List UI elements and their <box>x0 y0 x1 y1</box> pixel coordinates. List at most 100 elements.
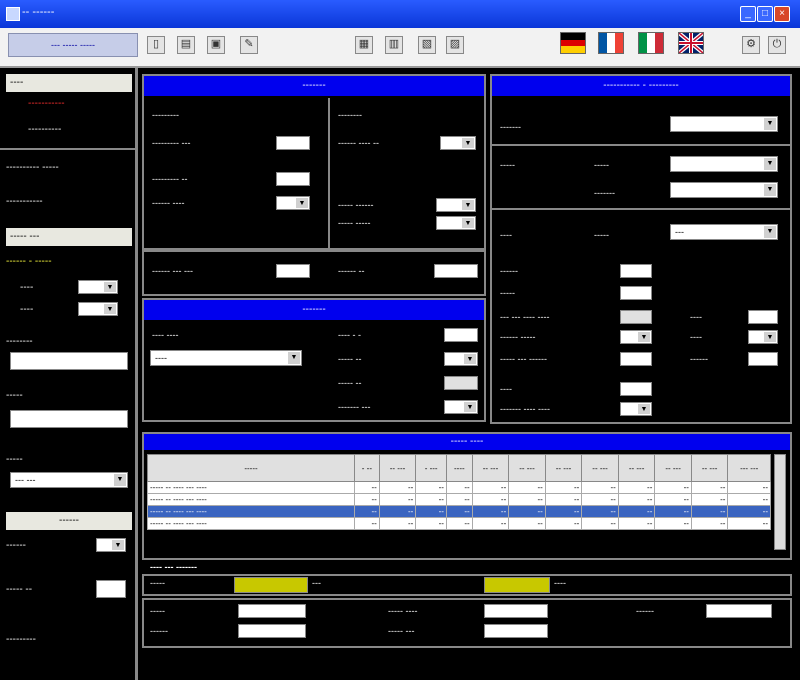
bottom-bar-2 <box>484 577 550 593</box>
calc-divider <box>328 98 330 248</box>
table-cell: -- <box>445 517 473 530</box>
minimize-button[interactable]: _ <box>740 6 756 22</box>
french-flag[interactable] <box>598 32 624 54</box>
bottom-field-3-input[interactable] <box>484 604 548 618</box>
bottom-field-2-input[interactable] <box>238 624 306 638</box>
table-column-header[interactable]: -- --- <box>378 454 417 482</box>
table-column-header[interactable]: -- --- <box>581 454 619 482</box>
table-cell: -- <box>690 481 729 494</box>
table-cell: -- <box>378 505 417 518</box>
app-icon <box>6 7 20 21</box>
calc-right-input-2[interactable]: ▼ <box>436 198 476 212</box>
left-option-2[interactable]: ---------- <box>28 124 61 135</box>
right-bottom-input-2[interactable]: ▼ <box>620 402 652 416</box>
calc-bottom-input-1[interactable] <box>276 264 310 278</box>
table-scrollbar[interactable] <box>774 454 786 550</box>
right-field-input[interactable]: ▼ <box>620 330 652 344</box>
table-row[interactable]: ----- -- ---- --- ---- -- -- -- -- -- -- -- -- --… <box>147 505 771 518</box>
bottom-field-4-label: ----- --- <box>388 626 415 636</box>
right-row-1-select[interactable]: ▼ <box>670 116 778 132</box>
bottom-field-1-input[interactable] <box>238 604 306 618</box>
table-column-header[interactable]: ----- <box>147 454 355 482</box>
german-flag[interactable] <box>560 32 586 54</box>
right-side-input[interactable]: ▼ <box>748 330 778 344</box>
field-3-input[interactable] <box>10 352 128 370</box>
table-column-header[interactable]: -- --- <box>690 454 729 482</box>
table-row[interactable]: ----- -- ---- --- ---- -- -- -- -- -- -- -- -- --… <box>147 517 771 530</box>
uk-flag[interactable] <box>677 31 705 55</box>
table-cell: -- <box>690 517 729 530</box>
divider <box>492 208 790 210</box>
table-cell-name: ----- -- ---- --- ---- <box>147 493 355 506</box>
field-2-input[interactable]: ▼ <box>78 302 118 316</box>
calc-right-input-1[interactable]: ▼ <box>440 136 476 150</box>
right-field-input[interactable] <box>620 264 652 278</box>
tool-icon[interactable]: ▥ <box>385 36 403 54</box>
right-bottom-input-1[interactable] <box>620 382 652 396</box>
maximize-button[interactable]: □ <box>757 6 773 22</box>
left-option-1[interactable]: ----------- <box>28 98 65 109</box>
table-cell: -- <box>727 493 771 506</box>
field-5-select[interactable]: --- --- ▼ <box>10 472 128 488</box>
table-column-header[interactable]: -- --- <box>617 454 656 482</box>
calc-label-3: ------ ---- <box>152 198 185 208</box>
exit-icon[interactable]: ⏻ <box>768 36 786 54</box>
field-6-input[interactable]: ▼ <box>96 538 126 552</box>
mid-input-2[interactable]: ▼ <box>444 352 478 366</box>
table-column-header[interactable]: -- --- <box>471 454 510 482</box>
right-side-input[interactable] <box>748 352 778 366</box>
table-cell: -- <box>508 493 546 506</box>
table-column-header[interactable]: ---- <box>445 454 473 482</box>
table-column-header[interactable]: -- --- <box>544 454 583 482</box>
calc-bottom-input-2[interactable] <box>434 264 478 278</box>
italian-flag[interactable] <box>638 32 664 54</box>
mid-input-4[interactable]: ▼ <box>444 400 478 414</box>
divider <box>0 148 138 150</box>
left-panel: ---- ----------- ---------- ---------- -… <box>0 68 138 680</box>
table-column-header[interactable]: -- --- <box>508 454 546 482</box>
mid-input-1[interactable] <box>444 328 478 342</box>
table-cell: -- <box>544 493 583 506</box>
field-4-input[interactable] <box>10 410 128 428</box>
right-field-input[interactable] <box>620 310 652 324</box>
new-document-icon[interactable]: ▯ <box>147 36 165 54</box>
bottom-field-5-input[interactable] <box>706 604 772 618</box>
settings-icon[interactable]: ⚙ <box>742 36 760 54</box>
table-cell: -- <box>654 481 692 494</box>
table-cell: -- <box>508 481 546 494</box>
table-cell: -- <box>544 481 583 494</box>
field-1-input[interactable]: ▼ <box>78 280 118 294</box>
right-field-input[interactable] <box>620 352 652 366</box>
table-row[interactable]: ----- -- ---- --- ---- -- -- -- -- -- -- -- -- --… <box>147 481 771 494</box>
field-7-input[interactable] <box>96 580 126 598</box>
mid-input-3[interactable] <box>444 376 478 390</box>
calc-right-input-3[interactable]: ▼ <box>436 216 476 230</box>
mid-combo-select[interactable]: ---- ▼ <box>150 350 302 366</box>
right-row-3-select[interactable]: --- ▼ <box>670 224 778 240</box>
open-icon[interactable]: ▤ <box>177 36 195 54</box>
table-column-header[interactable]: - -- <box>354 454 380 482</box>
right-field-input[interactable] <box>620 286 652 300</box>
calc-icon[interactable]: ▦ <box>355 36 373 54</box>
user-tab[interactable]: --- ----- ----- <box>8 33 138 57</box>
right-row-2-select-1[interactable]: ▼ <box>670 156 778 172</box>
left-section-header: ----- --- <box>6 228 132 246</box>
close-button[interactable]: × <box>774 6 790 22</box>
right-bottom-label-1: ---- <box>500 384 512 394</box>
calc-input-2[interactable] <box>276 172 310 186</box>
table-cell: -- <box>378 481 417 494</box>
right-row-2-select-2[interactable]: ▼ <box>670 182 778 198</box>
bottom-field-4-input[interactable] <box>484 624 548 638</box>
table-row[interactable]: ----- -- ---- --- ---- -- -- -- -- -- -- -- -- --… <box>147 493 771 506</box>
table-column-header[interactable]: - --- <box>415 454 447 482</box>
calc-input-3[interactable]: ▼ <box>276 196 310 210</box>
right-side-input[interactable] <box>748 310 778 324</box>
calc-input-1[interactable] <box>276 136 310 150</box>
print-icon[interactable]: ▣ <box>207 36 225 54</box>
tool-icon-2[interactable]: ▧ <box>418 36 436 54</box>
table-column-header[interactable]: --- --- <box>727 454 771 482</box>
table-cell: -- <box>378 517 417 530</box>
edit-icon[interactable]: ✎ <box>240 36 258 54</box>
tool-icon-3[interactable]: ▨ <box>446 36 464 54</box>
table-column-header[interactable]: -- --- <box>654 454 692 482</box>
